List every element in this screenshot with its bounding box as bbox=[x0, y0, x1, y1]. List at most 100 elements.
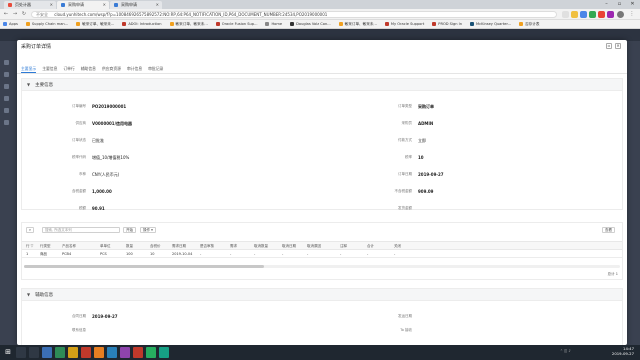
column-header[interactable]: 是否审核 bbox=[200, 242, 214, 250]
chrome-taskbar-icon[interactable] bbox=[94, 347, 104, 358]
window-close-icon[interactable]: ✕ bbox=[626, 0, 639, 9]
column-header[interactable]: 行 ▽ bbox=[26, 242, 33, 250]
column-header[interactable]: 单单位 bbox=[100, 242, 111, 250]
column-header[interactable]: 需求日期 bbox=[172, 242, 186, 250]
dialog-tab[interactable]: 辅助信息 bbox=[81, 64, 96, 73]
dialog-tab[interactable]: 订单行 bbox=[63, 64, 74, 73]
tray-icons[interactable]: ⌃ ◫ ♪ bbox=[560, 349, 571, 353]
reload-icon[interactable]: ↻ bbox=[20, 11, 28, 18]
sidebar-icon[interactable] bbox=[4, 108, 9, 113]
close-icon[interactable]: ✕ bbox=[50, 2, 53, 7]
field-value: 采购订单 bbox=[418, 103, 434, 109]
dialog-tab[interactable]: 主要显示 bbox=[21, 64, 37, 73]
extension-icon[interactable] bbox=[580, 11, 587, 18]
bookmark-item[interactable]: Supply Chain man... bbox=[25, 22, 68, 26]
column-header[interactable]: 取消日期 bbox=[282, 242, 296, 250]
browser-tab-1[interactable]: 采购申请 ✕ bbox=[57, 1, 109, 9]
dialog-tab[interactable]: 主要信息 bbox=[42, 64, 57, 73]
close-dialog-icon[interactable]: ✕ bbox=[615, 43, 621, 49]
extension-icon[interactable] bbox=[589, 11, 596, 18]
app-taskbar-icon[interactable] bbox=[133, 347, 143, 358]
forward-icon[interactable]: → bbox=[11, 11, 19, 18]
chevron-down-icon: ▼ bbox=[27, 82, 31, 87]
extension-icon[interactable] bbox=[598, 11, 605, 18]
column-header[interactable]: 注释 bbox=[340, 242, 347, 250]
taskbar-clock[interactable]: 14:47 2019-09-27 bbox=[612, 346, 634, 356]
dialog-tab[interactable]: 审计信息 bbox=[127, 64, 142, 73]
windows-start-icon[interactable]: ⊞ bbox=[3, 347, 13, 358]
app-taskbar-icon[interactable] bbox=[107, 347, 117, 358]
field-label: 采购员 bbox=[401, 121, 413, 125]
extension-icon[interactable] bbox=[607, 11, 614, 18]
go-button[interactable]: 开始 bbox=[123, 227, 136, 233]
sidebar-icon[interactable] bbox=[4, 84, 9, 89]
close-icon[interactable]: ✕ bbox=[156, 2, 159, 7]
app-taskbar-icon[interactable] bbox=[42, 347, 52, 358]
browser-tab-2[interactable]: 采购申请 ✕ bbox=[110, 1, 162, 9]
bookmark-item[interactable]: 敏采订单、敏采未... bbox=[76, 22, 114, 27]
column-header[interactable]: 产品名称 bbox=[62, 242, 76, 250]
bookmark-item[interactable]: McKinsey Quarter... bbox=[470, 22, 511, 26]
column-header[interactable]: 取消数量 bbox=[254, 242, 268, 250]
app-taskbar-icon[interactable] bbox=[81, 347, 91, 358]
browser-tab-0[interactable]: 页处计器 ✕ bbox=[4, 1, 56, 9]
table-cell: - bbox=[367, 252, 369, 256]
extension-icon[interactable] bbox=[571, 11, 578, 18]
bookmark-icon bbox=[290, 22, 295, 26]
column-header[interactable]: 取消原因 bbox=[307, 242, 321, 250]
view-button[interactable]: 查看 bbox=[602, 227, 615, 233]
column-header[interactable]: 含税价 bbox=[150, 242, 161, 250]
maximize-icon[interactable]: ▫ bbox=[613, 0, 626, 9]
lines-search-input[interactable]: 搜索, 所选文本列 bbox=[42, 227, 120, 233]
section-header[interactable]: ▼ 主要信息 bbox=[22, 79, 622, 91]
column-header[interactable]: 合计 bbox=[367, 242, 374, 250]
section-header[interactable]: ▼ 辅助信息 bbox=[22, 289, 622, 301]
table-cell: PCS bbox=[100, 252, 107, 256]
sidebar-icon[interactable] bbox=[4, 60, 9, 65]
bookmark-item[interactable]: Apps bbox=[3, 22, 18, 26]
bookmark-item[interactable]: ADOI: Introduction bbox=[122, 22, 162, 26]
sidebar-icon[interactable] bbox=[4, 120, 9, 125]
scrollbar-thumb[interactable] bbox=[24, 265, 264, 268]
bookmarks-bar: Apps Supply Chain man... 敏采订单、敏采未... ADOI: … bbox=[0, 20, 640, 29]
dialog-tab[interactable]: 审批记录 bbox=[148, 64, 163, 73]
profile-avatar[interactable] bbox=[617, 11, 624, 18]
maximize-dialog-icon[interactable]: ▫ bbox=[606, 43, 612, 49]
sidebar-icon[interactable] bbox=[4, 72, 9, 77]
bookmark-item[interactable]: My Oracle Support bbox=[384, 22, 424, 26]
dialog-tab[interactable]: 供应商资源 bbox=[102, 64, 121, 73]
back-icon[interactable]: ← bbox=[2, 11, 10, 18]
app-taskbar-icon[interactable] bbox=[68, 347, 78, 358]
app-taskbar-icon[interactable] bbox=[146, 347, 156, 358]
table-row[interactable]: 1 商品 PCB4 PCS 100 10 2019-10-04 - - - - - - - - bbox=[22, 250, 622, 258]
search-taskbar-icon[interactable] bbox=[16, 347, 26, 358]
menu-icon[interactable]: ⋮ bbox=[628, 11, 636, 18]
bookmark-item[interactable]: 敏采订单、敏采未... bbox=[169, 22, 208, 27]
column-header[interactable]: 数量 bbox=[126, 242, 133, 250]
search-icon[interactable]: ⌕ bbox=[26, 227, 34, 233]
bookmark-item[interactable]: 否存计表 bbox=[519, 22, 539, 27]
bookmark-item[interactable]: PROD Sign In bbox=[432, 22, 462, 26]
bookmark-item[interactable]: 敏采订单、敏采未... bbox=[338, 22, 377, 27]
tab-title: 采购申请 bbox=[68, 2, 84, 7]
bookmark-item[interactable]: Oracle Fusion Sup... bbox=[215, 22, 257, 26]
star-icon[interactable] bbox=[562, 11, 569, 18]
dialog-title: 采购订单详情 bbox=[21, 44, 52, 50]
column-header[interactable]: 关闭 bbox=[394, 242, 401, 250]
column-header[interactable]: 行类型 bbox=[40, 242, 51, 250]
app-taskbar-icon[interactable] bbox=[159, 347, 169, 358]
bookmark-item[interactable]: Douglas Volz Con... bbox=[290, 22, 331, 26]
url-input[interactable]: 不安全 cloud.yunhitech.com/wsp/f?p=10084692… bbox=[31, 11, 557, 18]
close-icon[interactable]: ✕ bbox=[103, 2, 106, 7]
app-taskbar-icon[interactable] bbox=[55, 347, 65, 358]
column-header[interactable]: 需求 bbox=[230, 242, 237, 250]
bookmark-icon bbox=[215, 22, 220, 26]
minimize-icon[interactable]: – bbox=[600, 0, 613, 9]
actions-button[interactable]: 操作 ▾ bbox=[140, 227, 156, 233]
bookmark-item[interactable]: Home bbox=[265, 22, 282, 26]
bookmark-icon bbox=[384, 22, 389, 26]
taskview-icon[interactable] bbox=[29, 347, 39, 358]
app-taskbar-icon[interactable] bbox=[120, 347, 130, 358]
chevron-down-icon: ▼ bbox=[27, 292, 31, 297]
sidebar-icon[interactable] bbox=[4, 96, 9, 101]
